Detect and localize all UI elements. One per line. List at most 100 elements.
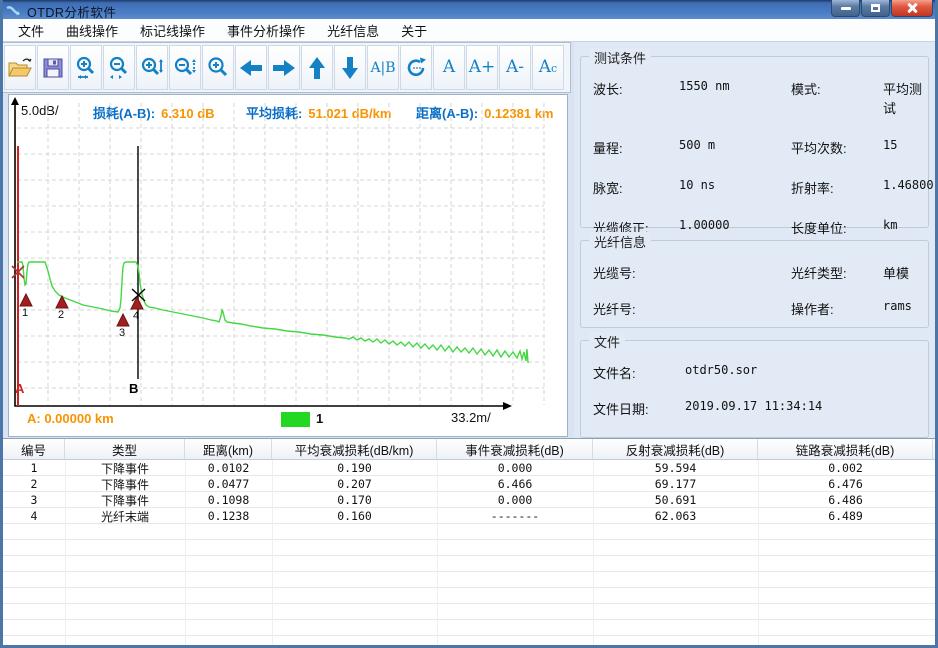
menu-file[interactable]: 文件 [7, 18, 55, 43]
zoom-out-horizontal-button[interactable] [103, 45, 135, 90]
cursor-ab-button[interactable]: A|B [367, 45, 399, 90]
x-scale-label: 33.2m/ [451, 410, 491, 425]
menu-about[interactable]: 关于 [390, 18, 438, 43]
menu-event-analysis[interactable]: 事件分析操作 [216, 18, 316, 43]
cell-avg-loss: 0.170 [272, 492, 437, 508]
zoom-in-vertical-icon [140, 56, 164, 80]
length-unit-value: km [883, 218, 934, 237]
cell-event-loss: 0.000 [437, 492, 593, 508]
col-header-event-loss[interactable]: 事件衰减损耗(dB) [437, 439, 593, 459]
col-header-reflect-loss[interactable]: 反射衰减损耗(dB) [593, 439, 758, 459]
pan-up-button[interactable] [301, 45, 333, 90]
zoom-out-vertical-button[interactable] [169, 45, 201, 90]
file-group: 文件 文件名: otdr50.sor 文件日期: 2019.09.17 11:3… [580, 340, 929, 438]
cell-distance: 0.1098 [185, 492, 272, 508]
zoom-in-button[interactable] [202, 45, 234, 90]
pan-left-button[interactable] [235, 45, 267, 90]
cell-type: 光纤末端 [65, 508, 185, 524]
col-header-id[interactable]: 编号 [3, 439, 65, 459]
cell-avg-loss: 0.207 [272, 476, 437, 492]
cell-avg-loss: 0.160 [272, 508, 437, 524]
save-button[interactable] [37, 45, 69, 90]
operator-label: 操作者: [791, 299, 883, 318]
table-row[interactable]: 3 下降事件 0.1098 0.170 0.000 50.691 6.486 [3, 492, 935, 508]
minimize-button[interactable] [831, 0, 860, 17]
cable-correction-value: 1.00000 [679, 218, 791, 237]
menu-curve-ops[interactable]: 曲线操作 [55, 18, 129, 43]
table-row[interactable]: 2 下降事件 0.0477 0.207 6.466 69.177 6.476 [3, 476, 935, 492]
range-value: 500 m [679, 138, 791, 157]
cell-link-loss: 0.002 [758, 460, 933, 476]
cable-number-value [679, 263, 791, 282]
cell-distance: 0.0477 [185, 476, 272, 492]
cable-number-label: 光缆号: [593, 263, 679, 282]
test-conditions-group: 测试条件 波长: 1550 nm 模式: 平均测试 量程: 500 m 平均次数… [580, 56, 929, 228]
menu-fiber-info[interactable]: 光纤信息 [316, 18, 390, 43]
close-icon [906, 2, 918, 14]
cell-reflect-loss: 59.594 [593, 460, 758, 476]
col-header-link-loss[interactable]: 链路衰减损耗(dB) [758, 439, 933, 459]
open-file-button[interactable] [4, 45, 36, 90]
x-axis-arrow [503, 402, 512, 410]
fiber-type-label: 光纤类型: [791, 263, 883, 282]
otdr-plot[interactable] [9, 95, 565, 435]
event-number-1: 1 [22, 307, 28, 319]
scale-a-button[interactable]: A [433, 45, 465, 90]
zoom-in-icon [206, 56, 230, 80]
cursor-b-label[interactable]: B [129, 381, 138, 396]
table-row[interactable]: 4 光纤末端 0.1238 0.160 ------- 62.063 6.489 [3, 508, 935, 524]
info-panel: 测试条件 波长: 1550 nm 模式: 平均测试 量程: 500 m 平均次数… [574, 42, 935, 438]
pulse-width-value: 10 ns [679, 178, 791, 197]
operator-value: rams [883, 299, 920, 318]
a-minus-icon: A- [506, 59, 524, 76]
col-header-type[interactable]: 类型 [65, 439, 185, 459]
cursor-a-position: A: 0.00000 km [27, 411, 114, 426]
mode-label: 模式: [791, 79, 883, 117]
col-header-avg-loss[interactable]: 平均衰减损耗(dB/km) [272, 439, 437, 459]
fiber-info-fields: 光缆号: 光纤类型: 单模 光纤号: 操作者: rams [581, 241, 928, 318]
cell-type: 下降事件 [65, 492, 185, 508]
event-marker-1 [20, 294, 32, 306]
table-row[interactable]: 1 下降事件 0.0102 0.190 0.000 59.594 0.002 [3, 460, 935, 476]
wavelength-value: 1550 nm [679, 79, 791, 117]
close-button[interactable] [891, 0, 933, 17]
cell-reflect-loss: 50.691 [593, 492, 758, 508]
scale-a-minus-button[interactable]: A- [499, 45, 531, 90]
menu-marker-ops[interactable]: 标记线操作 [129, 18, 216, 43]
cell-event-loss: 0.000 [437, 460, 593, 476]
cell-id: 2 [3, 476, 65, 492]
event-table-header: 编号 类型 距离(km) 平均衰减损耗(dB/km) 事件衰减损耗(dB) 反射… [3, 439, 935, 460]
pulse-width-label: 脉宽: [593, 178, 679, 197]
event-number-3: 3 [119, 327, 125, 339]
window-controls [830, 0, 933, 17]
event-table-body: 1 下降事件 0.0102 0.190 0.000 59.594 0.002 2… [3, 460, 935, 645]
event-number-4: 4 [133, 310, 139, 322]
arrow-left-icon [238, 57, 264, 79]
app-window: OTDR分析软件 文件 曲线操作 标记线操作 事件分析操作 光纤信息 关于 [0, 0, 938, 648]
cell-distance: 0.0102 [185, 460, 272, 476]
scale-a-plus-button[interactable]: A+ [466, 45, 498, 90]
fiber-info-title: 光纤信息 [589, 232, 651, 251]
fiber-type-value: 单模 [883, 263, 920, 282]
cell-reflect-loss: 62.063 [593, 508, 758, 524]
ab-icon: A|B [370, 61, 395, 75]
zoom-out-vertical-icon [173, 56, 197, 80]
zoom-in-vertical-button[interactable] [136, 45, 168, 90]
maximize-button[interactable] [861, 0, 890, 17]
refresh-button[interactable] [400, 45, 432, 90]
cell-event-loss: 6.466 [437, 476, 593, 492]
cursor-a-label[interactable]: A [15, 381, 24, 396]
zoom-in-horizontal-button[interactable] [70, 45, 102, 90]
arrow-right-icon [271, 57, 297, 79]
a-c-icon: Ac [539, 59, 557, 76]
toolbar: A|B A A+ A- Ac [3, 42, 571, 93]
scale-a-center-button[interactable]: Ac [532, 45, 564, 90]
pan-right-button[interactable] [268, 45, 300, 90]
otdr-chart-panel[interactable]: 5.0dB/ 损耗(A-B):6.310 dB 平均损耗:51.021 dB/k… [8, 94, 568, 437]
refractive-index-value: 1.46800 [883, 178, 934, 197]
avg-count-label: 平均次数: [791, 138, 883, 157]
pan-down-button[interactable] [334, 45, 366, 90]
avg-count-value: 15 [883, 138, 934, 157]
cell-reflect-loss: 69.177 [593, 476, 758, 492]
col-header-distance[interactable]: 距离(km) [185, 439, 272, 459]
